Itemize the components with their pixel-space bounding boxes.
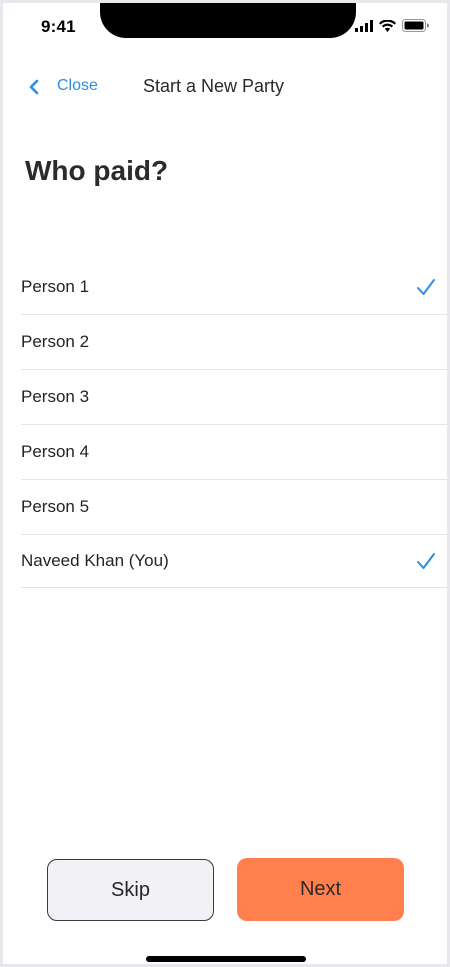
person-name: Person 4 bbox=[21, 442, 90, 461]
person-name: Naveed Khan (You) bbox=[21, 551, 169, 570]
battery-icon bbox=[402, 19, 429, 32]
navigation-bar: Close Start a New Party bbox=[3, 67, 447, 107]
phone-screen: 9:41 Close Start a New Party Who paid? P… bbox=[0, 0, 450, 967]
person-list: Person 1 Person 2 Person 3 Person 4 Person 5… bbox=[21, 260, 447, 588]
person-name: Person 2 bbox=[21, 332, 90, 351]
status-icons bbox=[355, 19, 429, 32]
list-item[interactable]: Person 1 bbox=[21, 260, 447, 315]
skip-button[interactable]: Skip bbox=[47, 859, 214, 921]
nav-title: Start a New Party bbox=[143, 76, 285, 96]
next-button[interactable]: Next bbox=[237, 858, 404, 921]
list-item[interactable]: Person 3 bbox=[21, 370, 447, 425]
wifi-icon bbox=[379, 19, 396, 32]
person-name: Person 3 bbox=[21, 387, 90, 406]
list-item[interactable]: Person 5 bbox=[21, 480, 447, 535]
checkmark-icon bbox=[417, 553, 435, 569]
status-time: 9:41 bbox=[41, 17, 76, 36]
home-indicator bbox=[146, 956, 306, 962]
checkmark-icon bbox=[417, 279, 435, 295]
list-item[interactable]: Person 4 bbox=[21, 425, 447, 480]
chevron-left-icon[interactable] bbox=[27, 76, 41, 98]
device-notch bbox=[100, 3, 356, 38]
close-button[interactable]: Close bbox=[57, 77, 98, 95]
cellular-signal-icon bbox=[355, 19, 373, 32]
page-title: Who paid? bbox=[25, 155, 169, 186]
status-bar: 9:41 bbox=[3, 3, 447, 49]
person-name: Person 5 bbox=[21, 497, 90, 516]
list-item[interactable]: Person 2 bbox=[21, 315, 447, 370]
person-name: Person 1 bbox=[21, 277, 90, 296]
list-item[interactable]: Naveed Khan (You) bbox=[21, 535, 447, 588]
